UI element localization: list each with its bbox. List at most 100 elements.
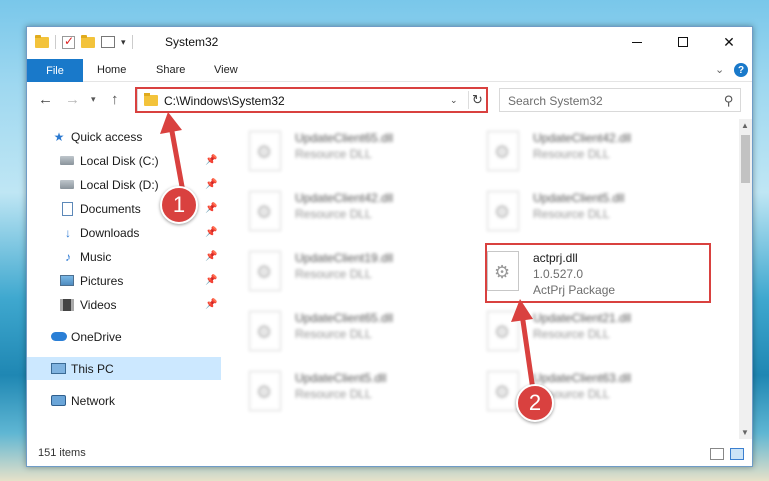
- sidebar-item-label: Pictures: [80, 273, 124, 288]
- file-name: actprj.dll: [533, 251, 578, 265]
- new-folder-icon[interactable]: [81, 34, 95, 48]
- sidebar-item-label: Local Disk (C:): [80, 153, 159, 168]
- sidebar-item-this-pc[interactable]: This PC: [27, 357, 221, 380]
- recent-locations-icon[interactable]: ▾: [91, 94, 96, 105]
- file-type: Resource DLL: [533, 207, 610, 221]
- status-bar: 151 items: [27, 442, 752, 466]
- sidebar-item-label: Network: [71, 393, 116, 408]
- sidebar-item-label: Documents: [80, 201, 141, 216]
- pin-icon[interactable]: 📌: [205, 155, 217, 166]
- toolbar-separator: [131, 35, 133, 49]
- tab-home[interactable]: Home: [97, 64, 126, 76]
- navigation-bar: ← → ▾ ↑ C:\Windows\System32 ⌄ ↻ Search S…: [27, 83, 752, 117]
- search-placeholder[interactable]: Search System32: [508, 94, 603, 108]
- forward-arrow-icon[interactable]: →: [65, 91, 80, 108]
- chevron-down-icon[interactable]: ▾: [121, 37, 126, 48]
- refresh-icon[interactable]: ↻: [468, 91, 486, 109]
- file-tile[interactable]: UpdateClient5.dll Resource DLL: [249, 367, 479, 417]
- quick-access-toolbar: ▾: [35, 34, 133, 49]
- file-tile[interactable]: UpdateClient42.dll Resource DLL: [487, 127, 717, 177]
- file-tile[interactable]: UpdateClient5.dll Resource DLL: [487, 187, 717, 237]
- file-name: UpdateClient42.dll: [533, 131, 632, 145]
- callout-step-1: 1: [160, 186, 198, 224]
- search-box[interactable]: Search System32 ⚲: [499, 88, 741, 112]
- file-name: UpdateClient21.dll: [533, 311, 632, 325]
- tab-view[interactable]: View: [214, 64, 238, 76]
- pin-icon[interactable]: 📌: [205, 227, 217, 238]
- file-name: UpdateClient65.dll: [295, 311, 394, 325]
- ribbon-tabs: File Home Share View ⌄ ?: [27, 59, 752, 82]
- sidebar-item-pictures[interactable]: Pictures 📌: [27, 269, 221, 292]
- file-tile[interactable]: UpdateClient65.dll Resource DLL: [249, 127, 479, 177]
- file-tile[interactable]: UpdateClient21.dll Resource DLL: [487, 307, 717, 357]
- navigation-pane: ★ Quick access Local Disk (C:) 📌 Local D…: [27, 119, 221, 431]
- file-tile[interactable]: UpdateClient65.dll Resource DLL: [249, 307, 479, 357]
- address-dropdown-icon[interactable]: ⌄: [450, 95, 458, 106]
- file-tile[interactable]: UpdateClient19.dll Resource DLL: [249, 247, 479, 297]
- toolbar-separator: [55, 35, 56, 49]
- sidebar-item-music[interactable]: ♪ Music 📌: [27, 245, 221, 268]
- film-icon: [60, 298, 74, 311]
- file-explorer-window: ▾ System32 ✕ File Home Share View ⌄ ? ← …: [26, 26, 753, 467]
- search-icon[interactable]: ⚲: [724, 93, 734, 109]
- file-name: UpdateClient42.dll: [295, 191, 394, 205]
- pin-icon[interactable]: 📌: [205, 299, 217, 310]
- maximize-button[interactable]: [660, 27, 706, 57]
- expand-ribbon-icon[interactable]: ⌄: [715, 63, 724, 76]
- file-name: UpdateClient63.dll: [533, 371, 632, 385]
- dll-file-icon: [487, 371, 519, 411]
- scrollbar-thumb[interactable]: [741, 135, 750, 183]
- dll-file-icon: [487, 131, 519, 171]
- hard-drive-icon: [60, 180, 74, 189]
- maximize-icon: [678, 37, 688, 47]
- network-icon: [51, 395, 66, 406]
- cloud-icon: [51, 332, 67, 341]
- download-icon: ↓: [65, 225, 71, 240]
- tiles-view-icon[interactable]: [730, 448, 744, 460]
- file-name: UpdateClient65.dll: [295, 131, 394, 145]
- star-icon: ★: [53, 129, 65, 144]
- pin-icon[interactable]: 📌: [205, 251, 217, 262]
- help-icon[interactable]: ?: [734, 63, 748, 77]
- details-view-icon[interactable]: [710, 448, 724, 460]
- item-count: 151 items: [38, 447, 86, 459]
- pin-icon[interactable]: 📌: [205, 275, 217, 286]
- hard-drive-icon: [60, 156, 74, 165]
- sidebar-item-label: Local Disk (D:): [80, 177, 159, 192]
- minimize-button[interactable]: [614, 27, 660, 57]
- computer-icon: [51, 363, 66, 374]
- address-bar[interactable]: C:\Windows\System32 ⌄ ↻: [137, 88, 487, 112]
- sidebar-item-onedrive[interactable]: OneDrive: [27, 325, 221, 348]
- file-tile-actprj[interactable]: actprj.dll 1.0.527.0 ActPrj Package: [487, 247, 717, 297]
- minimize-icon: [632, 41, 642, 43]
- dll-file-icon: [487, 191, 519, 231]
- sidebar-item-videos[interactable]: Videos 📌: [27, 293, 221, 316]
- customize-icon[interactable]: [101, 36, 115, 48]
- sidebar-item-local-disk-c[interactable]: Local Disk (C:) 📌: [27, 149, 221, 172]
- properties-check-icon[interactable]: [62, 34, 75, 49]
- back-arrow-icon[interactable]: ←: [38, 91, 53, 108]
- file-tile[interactable]: UpdateClient42.dll Resource DLL: [249, 187, 479, 237]
- tab-file[interactable]: File: [27, 59, 83, 82]
- close-button[interactable]: ✕: [706, 27, 752, 57]
- sidebar-item-quick-access[interactable]: ★ Quick access: [27, 125, 221, 148]
- vertical-scrollbar[interactable]: ▲ ▼: [739, 119, 752, 439]
- file-version: 1.0.527.0: [533, 267, 584, 281]
- file-type: Resource DLL: [533, 327, 610, 341]
- pin-icon[interactable]: 📌: [205, 203, 217, 214]
- scroll-up-icon[interactable]: ▲: [741, 121, 749, 130]
- tab-share[interactable]: Share: [156, 64, 185, 76]
- scroll-down-icon[interactable]: ▼: [741, 428, 749, 437]
- up-arrow-icon[interactable]: ↑: [111, 91, 119, 108]
- file-name: UpdateClient19.dll: [295, 251, 394, 265]
- dll-file-icon: [487, 251, 519, 291]
- window-title: System32: [165, 35, 219, 49]
- dll-file-icon: [249, 371, 281, 411]
- address-path[interactable]: C:\Windows\System32: [164, 94, 285, 108]
- sidebar-item-network[interactable]: Network: [27, 389, 221, 412]
- sidebar-item-downloads[interactable]: ↓ Downloads 📌: [27, 221, 221, 244]
- file-type: Resource DLL: [533, 147, 610, 161]
- dll-file-icon: [249, 131, 281, 171]
- sidebar-item-label: Quick access: [71, 129, 143, 144]
- pin-icon[interactable]: 📌: [205, 179, 217, 190]
